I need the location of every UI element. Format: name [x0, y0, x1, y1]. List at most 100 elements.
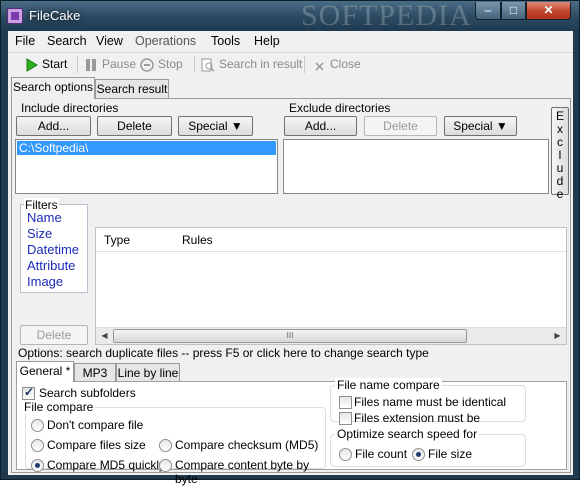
close-window-button[interactable]: ✕ [526, 2, 571, 20]
stop-label: Stop [158, 57, 183, 71]
tab-mp3[interactable]: MP3 [74, 363, 116, 383]
file-size-radio[interactable] [412, 448, 425, 461]
compare-byte-by-byte-radio[interactable] [159, 459, 172, 472]
title-bar[interactable]: FileCake SOFTPEDIA – □ ✕ [1, 0, 579, 32]
exclude-vertical-button[interactable]: E x c l u d e [551, 107, 569, 201]
dont-compare-label: Don't compare file [47, 418, 144, 432]
include-special-label: Special [188, 119, 228, 133]
play-icon [26, 57, 38, 72]
include-add-button[interactable]: Add... [16, 116, 91, 136]
pause-button[interactable]: Pause [84, 56, 136, 73]
file-compare-title: File compare [22, 400, 96, 414]
pause-icon [86, 58, 96, 71]
compare-checksum-label: Compare checksum (MD5) [175, 438, 319, 452]
scroll-left-icon[interactable]: ◀ [96, 328, 113, 344]
tab-search-result[interactable]: Search result [95, 79, 169, 99]
exclude-special-button[interactable]: Special ▼ [444, 116, 517, 136]
toolbar-separator [77, 56, 78, 73]
file-count-radio[interactable] [339, 448, 352, 461]
menu-tools[interactable]: Tools [211, 34, 240, 48]
filters-box: Filters Name Size Datetime Attribute Ima… [20, 198, 88, 293]
scroll-thumb[interactable]: III [113, 329, 467, 343]
compare-byte-by-byte-label: Compare content byte by byte [175, 458, 310, 486]
search-subfolders-checkbox[interactable] [22, 385, 35, 400]
dropdown-arrow-icon: ▼ [230, 119, 243, 133]
search-document-icon [201, 58, 215, 72]
files-name-identical-checkbox[interactable] [339, 396, 352, 409]
app-window: FileCake SOFTPEDIA – □ ✕ File Search Vie… [0, 0, 580, 486]
toolbar-separator [304, 56, 305, 73]
include-directories-title: Include directories [21, 101, 119, 115]
filter-size-link[interactable]: Size [27, 226, 52, 241]
start-label: Start [42, 57, 68, 71]
tab-general[interactable]: General * [16, 361, 74, 382]
rules-grid-header: Type Rules [96, 228, 566, 252]
maximize-button[interactable]: □ [501, 2, 526, 20]
toolbar: Start Pause Stop Search in result Close [8, 52, 573, 75]
exclude-delete-button[interactable]: Delete [364, 116, 437, 136]
file-compare-group: File compare Don't compare file Compare … [22, 400, 326, 486]
include-directories-list[interactable]: C:\Softpedia\ [15, 139, 278, 194]
column-header-type[interactable]: Type [104, 233, 130, 247]
compare-size-radio[interactable] [31, 439, 44, 452]
dont-compare-radio[interactable] [31, 419, 44, 432]
menu-help[interactable]: Help [254, 34, 280, 48]
compare-size-label: Compare files size [47, 438, 146, 452]
filter-image-link[interactable]: Image [27, 274, 63, 289]
exclude-add-button[interactable]: Add... [284, 116, 357, 136]
file-name-compare-title: File name compare [335, 378, 442, 392]
file-count-label: File count [355, 447, 408, 461]
menu-operations[interactable]: Operations [135, 34, 196, 48]
exclude-directories-list[interactable] [283, 139, 549, 194]
window-title: FileCake [29, 8, 81, 23]
watermark: SOFTPEDIA [301, 0, 472, 32]
filters-delete-button[interactable]: Delete [20, 325, 88, 345]
file-size-label: File size [428, 447, 473, 461]
search-in-result-button[interactable]: Search in result [201, 56, 302, 73]
close-label: Close [330, 57, 361, 71]
column-header-rules[interactable]: Rules [182, 233, 213, 247]
minimize-button[interactable]: – [475, 2, 501, 20]
rules-grid[interactable]: Type Rules ◀ III ▶ [95, 227, 567, 345]
tab-search-options[interactable]: Search options [11, 77, 95, 99]
optimize-search-group: Optimize search speed for File count Fil… [330, 427, 526, 467]
search-options-panel: Include directories Add... Delete Specia… [11, 98, 571, 486]
menu-view[interactable]: View [96, 34, 123, 48]
include-delete-button[interactable]: Delete [97, 116, 172, 136]
search-subfolders-label: Search subfolders [39, 386, 136, 400]
filter-datetime-link[interactable]: Datetime [27, 242, 79, 257]
filter-attribute-link[interactable]: Attribute [27, 258, 75, 273]
scroll-right-icon[interactable]: ▶ [549, 328, 566, 344]
compare-checksum-radio[interactable] [159, 439, 172, 452]
compare-md5-quickly-label: Compare MD5 quickly [47, 458, 166, 472]
exclude-special-label: Special [453, 119, 493, 133]
compare-md5-quickly-radio[interactable] [31, 459, 44, 472]
list-item[interactable]: C:\Softpedia\ [17, 141, 276, 155]
include-special-button[interactable]: Special ▼ [178, 116, 253, 136]
optimize-search-title: Optimize search speed for [335, 427, 480, 441]
stop-icon [140, 58, 154, 72]
toolbar-separator [194, 56, 195, 73]
search-in-result-label: Search in result [219, 57, 303, 71]
files-extension-identical-checkbox[interactable] [339, 412, 352, 425]
options-search-type-link[interactable]: Options: search duplicate files -- press… [18, 346, 429, 360]
menu-file[interactable]: File [15, 34, 35, 48]
client-area: File Search View Operations Tools Help S… [8, 31, 573, 486]
files-name-identical-label: Files name must be identical [354, 395, 507, 409]
exclude-directories-title: Exclude directories [289, 101, 391, 115]
general-tab-panel: Search subfolders File compare Don't com… [16, 378, 567, 486]
pause-label: Pause [102, 57, 137, 71]
app-icon [7, 8, 23, 24]
filter-name-link[interactable]: Name [27, 210, 62, 225]
file-name-compare-group: File name compare Files name must be ide… [330, 378, 526, 439]
start-button[interactable]: Start [26, 56, 67, 73]
close-icon [315, 62, 324, 71]
dropdown-arrow-icon: ▼ [495, 119, 508, 133]
tab-line-by-line[interactable]: Line by line [116, 363, 180, 383]
exclude-letter: e [556, 187, 564, 201]
close-button[interactable]: Close [312, 56, 361, 73]
horizontal-scrollbar[interactable]: ◀ III ▶ [96, 327, 566, 344]
menu-search[interactable]: Search [47, 34, 87, 48]
menu-bar: File Search View Operations Tools Help [8, 31, 573, 51]
stop-button[interactable]: Stop [140, 56, 183, 73]
